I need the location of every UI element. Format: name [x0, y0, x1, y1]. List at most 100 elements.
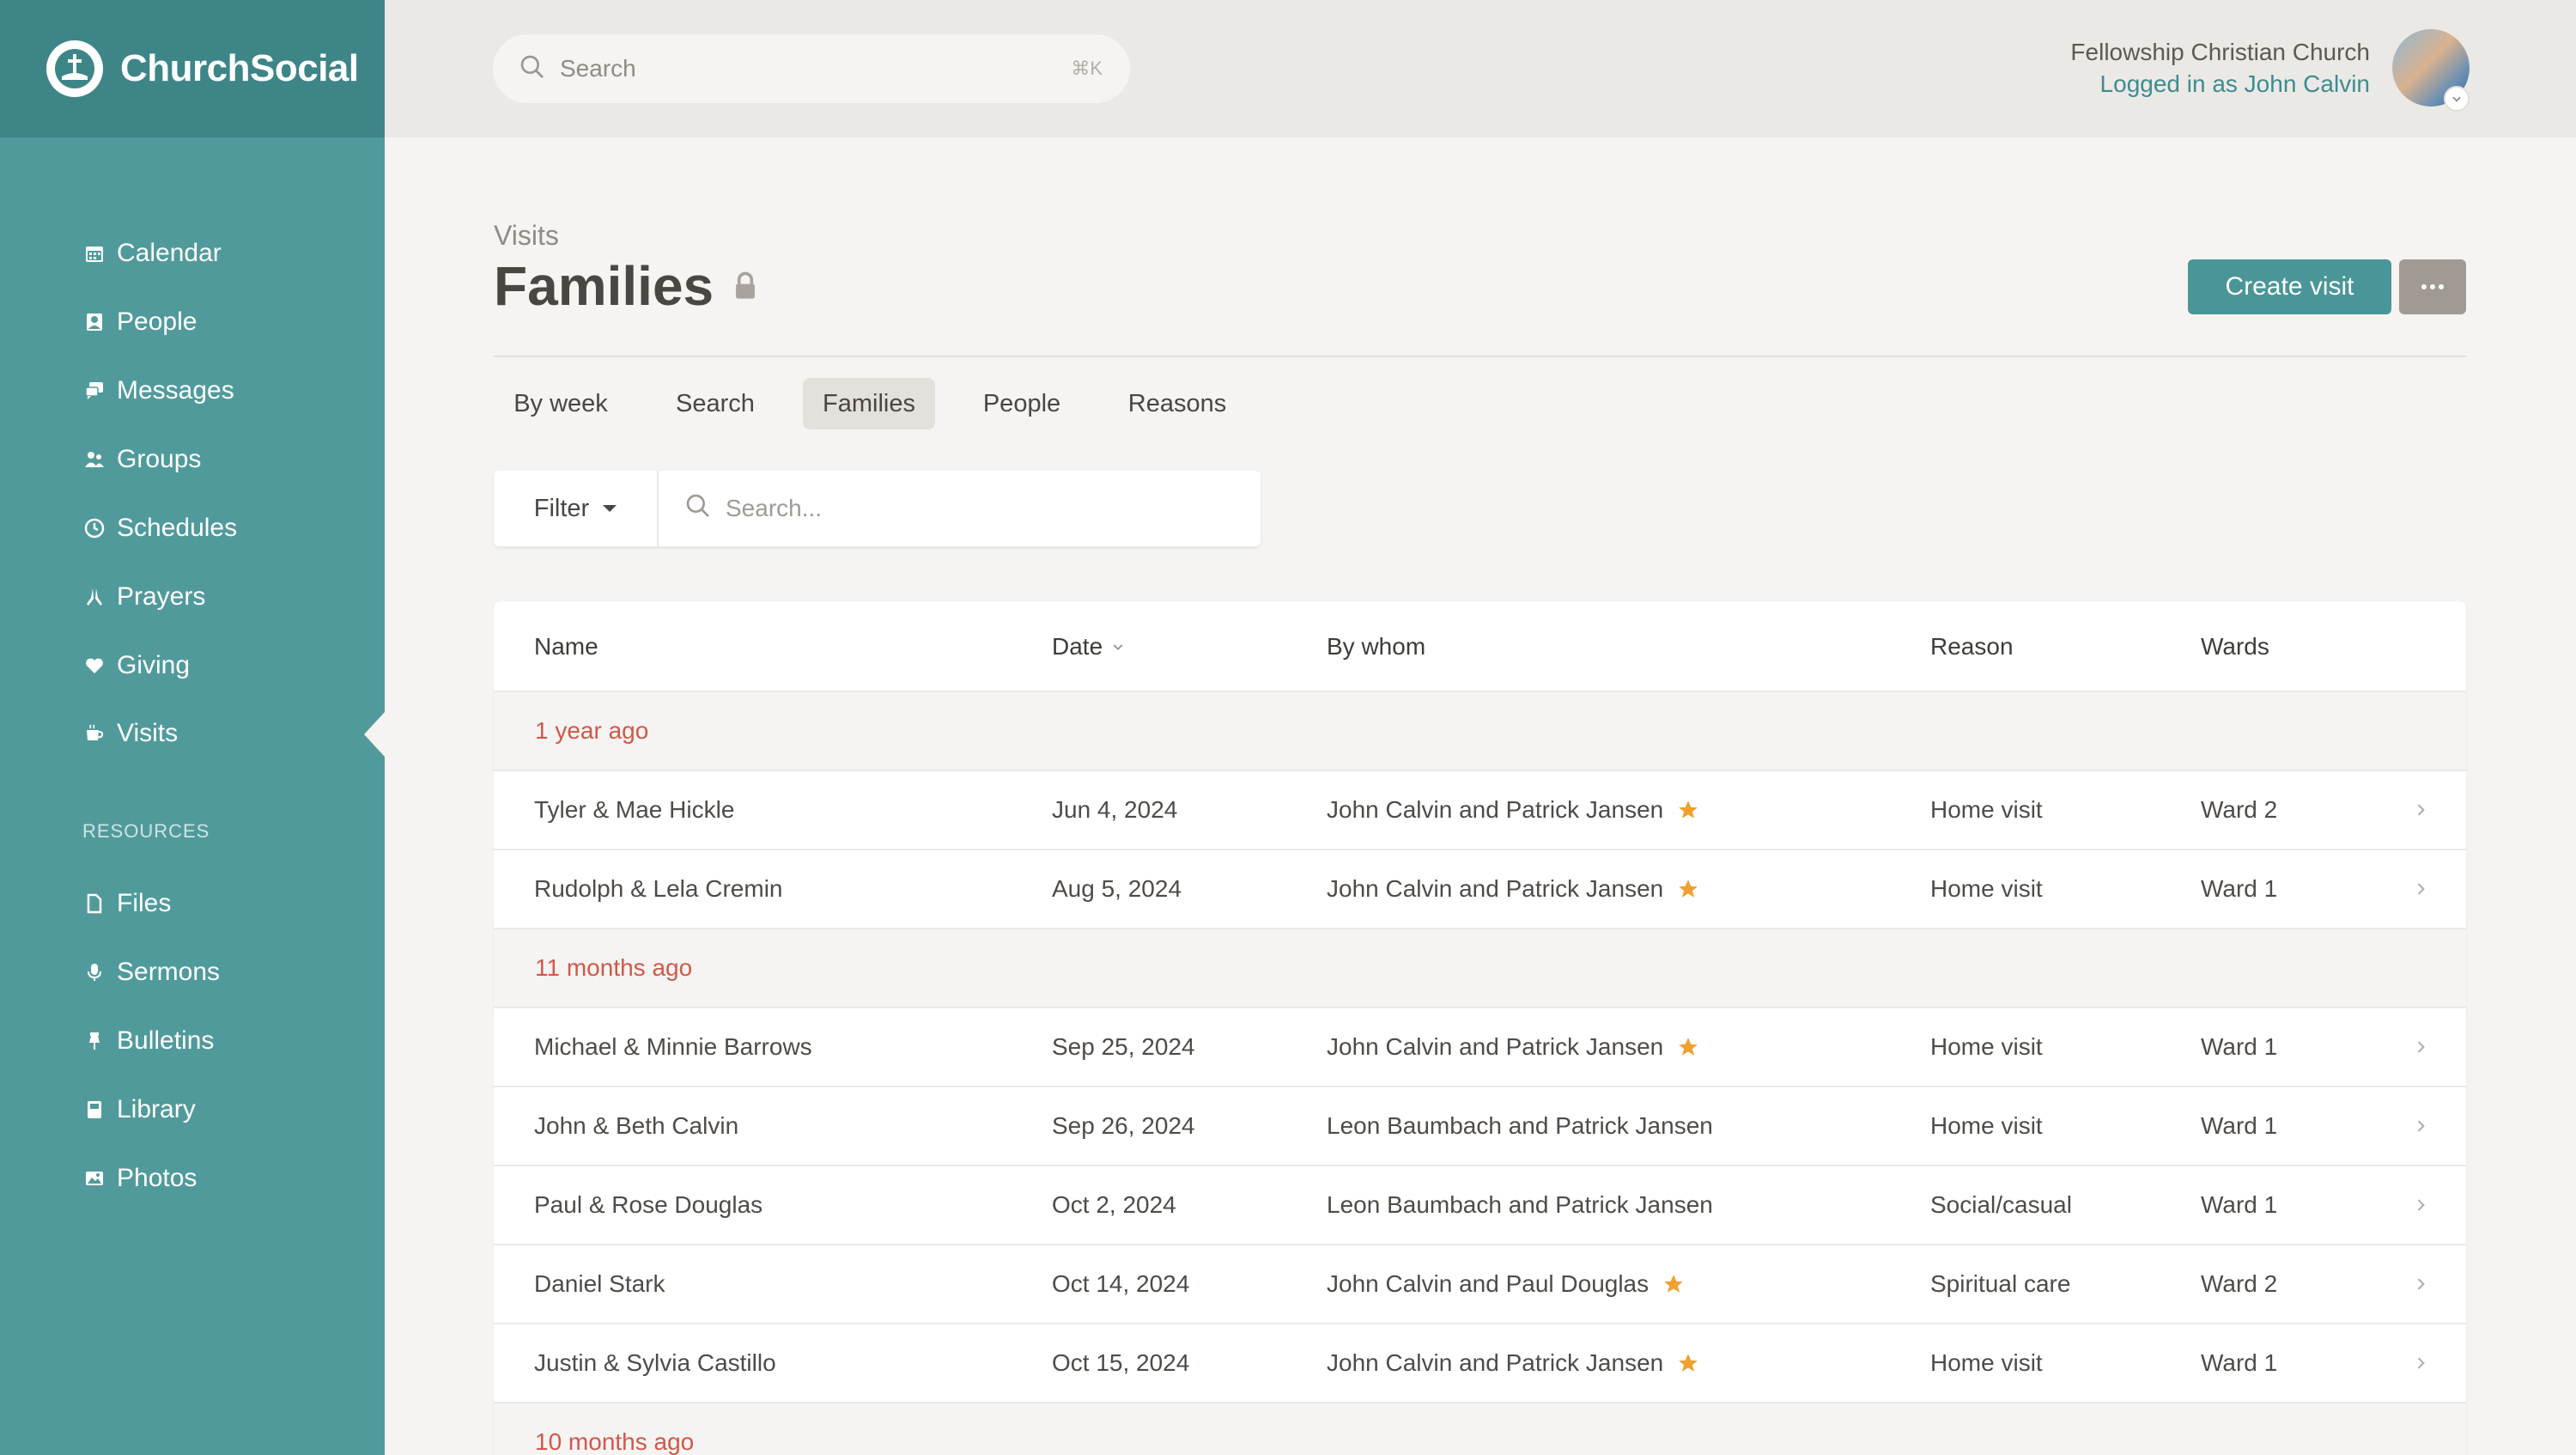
sidebar-item-label: Groups [117, 445, 202, 473]
file-icon [82, 892, 106, 916]
cell-by-whom-text: John Calvin and Patrick Jansen [1327, 1033, 1664, 1060]
cell-date: Sep 26, 2024 [1052, 1112, 1195, 1139]
cell-by-whom-text: Leon Baumbach and Patrick Jansen [1327, 1191, 1713, 1218]
table-row[interactable]: Michael & Minnie Barrows Sep 25, 2024 Jo… [494, 1008, 2466, 1087]
column-header-date[interactable]: Date [1052, 601, 1125, 692]
column-header-reason[interactable]: Reason [1930, 601, 2014, 692]
sidebar-item-label: Photos [117, 1164, 197, 1192]
image-icon [82, 1166, 106, 1190]
cell-reason: Home visit [1930, 796, 2043, 823]
sidebar-item-giving[interactable]: Giving [82, 644, 190, 687]
sidebar-item-library[interactable]: Library [82, 1088, 196, 1131]
table-row[interactable]: Paul & Rose Douglas Oct 2, 2024 Leon Bau… [494, 1166, 2466, 1245]
cell-reason: Social/casual [1930, 1191, 2072, 1218]
sidebar-item-groups[interactable]: Groups [82, 438, 201, 481]
search-icon [519, 53, 546, 85]
cell-by-whom-text: John Calvin and Paul Douglas [1327, 1270, 1649, 1297]
cell-by-whom: John Calvin and Patrick Jansen [1327, 1324, 1699, 1402]
visits-table: Name Date By whom Reason Wards 1 year ag… [494, 601, 2466, 1455]
cell-ward: Ward 2 [2201, 1270, 2278, 1297]
sidebar-item-label: Prayers [117, 582, 206, 611]
chevron-right-icon [2412, 850, 2429, 928]
chevron-right-icon [2412, 1245, 2429, 1323]
cell-by-whom: Leon Baumbach and Patrick Jansen [1327, 1087, 1713, 1165]
group-header: 11 months ago [494, 929, 2466, 1008]
sidebar-item-sermons[interactable]: Sermons [82, 951, 220, 994]
cell-ward: Ward 1 [2201, 1033, 2278, 1060]
table-row[interactable]: Tyler & Mae Hickle Jun 4, 2024 John Calv… [494, 771, 2466, 850]
cell-by-whom: Leon Baumbach and Patrick Jansen [1327, 1166, 1713, 1244]
more-options-button[interactable] [2399, 259, 2466, 314]
chevron-down-icon[interactable] [2444, 86, 2470, 112]
sidebar-item-files[interactable]: Files [82, 882, 171, 925]
account-info: Fellowship Christian Church Logged in as… [2070, 36, 2370, 100]
ellipsis-icon [2421, 284, 2444, 289]
breadcrumb[interactable]: Visits [494, 220, 559, 252]
cell-by-whom-text: John Calvin and Patrick Jansen [1327, 796, 1664, 823]
global-search-input[interactable]: Search ⌘K [493, 34, 1130, 103]
cell-ward: Ward 1 [2201, 1349, 2278, 1376]
microphone-icon [82, 960, 106, 984]
cell-reason: Home visit [1930, 875, 2043, 902]
search-placeholder: Search [560, 55, 636, 82]
brand[interactable]: ChurchSocial [0, 0, 385, 137]
active-indicator [364, 712, 385, 757]
filter-dropdown[interactable]: Filter [494, 471, 659, 546]
star-icon [1662, 1273, 1685, 1295]
sidebar-item-schedules[interactable]: Schedules [82, 507, 237, 550]
sidebar-item-label: Bulletins [117, 1026, 215, 1055]
logged-in-user-link[interactable]: Logged in as John Calvin [2070, 69, 2370, 100]
search-icon [684, 492, 712, 526]
chevron-right-icon [2412, 1324, 2429, 1402]
tab-families[interactable]: Families [803, 378, 935, 429]
sidebar-item-people[interactable]: People [82, 301, 197, 344]
coffee-cup-icon [82, 721, 106, 746]
sidebar-item-calendar[interactable]: Calendar [82, 232, 222, 275]
tab-people[interactable]: People [968, 378, 1076, 429]
sidebar-item-prayers[interactable]: Prayers [82, 575, 205, 618]
sidebar-item-visits[interactable]: Visits [82, 712, 178, 755]
group-icon [82, 447, 106, 472]
brand-name: ChurchSocial [120, 47, 359, 89]
sidebar-item-label: Files [117, 889, 172, 917]
keyboard-shortcut-hint: ⌘K [1071, 58, 1103, 79]
sidebar-item-label: Schedules [117, 514, 238, 542]
sidebar-item-label: Library [117, 1095, 196, 1123]
page-title: Families [494, 255, 714, 317]
sidebar-item-label: Visits [117, 719, 179, 747]
church-logo-icon [46, 40, 103, 97]
top-bar: Search ⌘K Fellowship Christian Church Lo… [385, 0, 2576, 137]
table-row[interactable]: Justin & Sylvia Castillo Oct 15, 2024 Jo… [494, 1324, 2466, 1403]
sidebar-item-photos[interactable]: Photos [82, 1157, 197, 1200]
column-header-wards[interactable]: Wards [2201, 601, 2269, 692]
column-header-name[interactable]: Name [534, 601, 598, 692]
group-header: 10 months ago [494, 1403, 2466, 1455]
tab-reasons[interactable]: Reasons [1109, 378, 1246, 429]
cell-name: Michael & Minnie Barrows [534, 1033, 812, 1060]
chevron-right-icon [2412, 1008, 2429, 1086]
cell-ward: Ward 1 [2201, 1191, 2278, 1218]
cell-name: Daniel Stark [534, 1270, 665, 1297]
header-divider [494, 356, 2466, 357]
sort-chevron-icon [1111, 640, 1125, 654]
cell-reason: Home visit [1930, 1112, 2043, 1139]
cell-name: Tyler & Mae Hickle [534, 796, 735, 823]
create-visit-button[interactable]: Create visit [2188, 259, 2391, 314]
cell-ward: Ward 1 [2201, 1112, 2278, 1139]
cell-reason: Spiritual care [1930, 1270, 2071, 1297]
tab-by-week[interactable]: By week [494, 378, 628, 429]
sidebar-item-bulletins[interactable]: Bulletins [82, 1020, 214, 1062]
caret-down-icon [603, 505, 617, 512]
table-row[interactable]: Daniel Stark Oct 14, 2024 John Calvin an… [494, 1245, 2466, 1324]
cell-by-whom: John Calvin and Patrick Jansen [1327, 850, 1699, 928]
table-row[interactable]: John & Beth Calvin Sep 26, 2024 Leon Bau… [494, 1087, 2466, 1166]
sidebar-item-messages[interactable]: Messages [82, 369, 234, 412]
cell-date: Jun 4, 2024 [1052, 796, 1178, 823]
cell-date: Sep 25, 2024 [1052, 1033, 1195, 1060]
star-icon [1677, 799, 1699, 821]
table-search-input[interactable]: Search... [684, 471, 1234, 546]
tab-search[interactable]: Search [660, 378, 770, 429]
table-row[interactable]: Rudolph & Lela Cremin Aug 5, 2024 John C… [494, 850, 2466, 929]
resources-heading: RESOURCES [82, 820, 210, 842]
column-header-by-whom[interactable]: By whom [1327, 601, 1425, 692]
